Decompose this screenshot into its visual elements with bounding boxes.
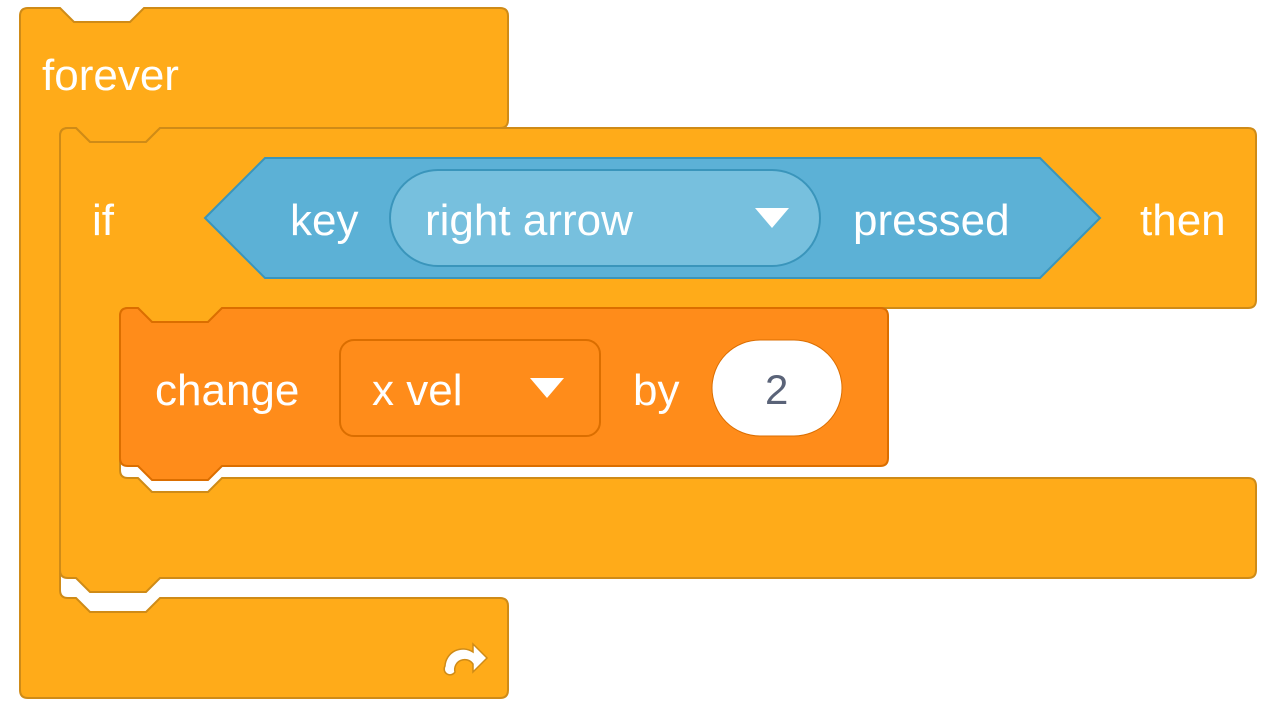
change-var-block[interactable]: change x vel by 2 bbox=[120, 308, 888, 480]
pressed-label: pressed bbox=[853, 196, 1010, 245]
var-dropdown[interactable]: x vel bbox=[340, 340, 600, 436]
var-dropdown-label: x vel bbox=[372, 366, 462, 415]
then-label: then bbox=[1140, 196, 1226, 245]
forever-label: forever bbox=[42, 51, 179, 100]
key-dropdown-label: right arrow bbox=[425, 196, 633, 245]
key-dropdown[interactable]: right arrow bbox=[390, 170, 820, 266]
change-label: change bbox=[155, 366, 299, 415]
scratch-script: forever if then key right arrow pressed … bbox=[0, 0, 1280, 726]
value-input-text: 2 bbox=[765, 366, 788, 413]
key-pressed-block[interactable]: key right arrow pressed bbox=[205, 158, 1100, 278]
key-label: key bbox=[290, 196, 358, 245]
if-label: if bbox=[92, 196, 115, 245]
value-input[interactable]: 2 bbox=[712, 340, 842, 436]
by-label: by bbox=[633, 366, 679, 415]
